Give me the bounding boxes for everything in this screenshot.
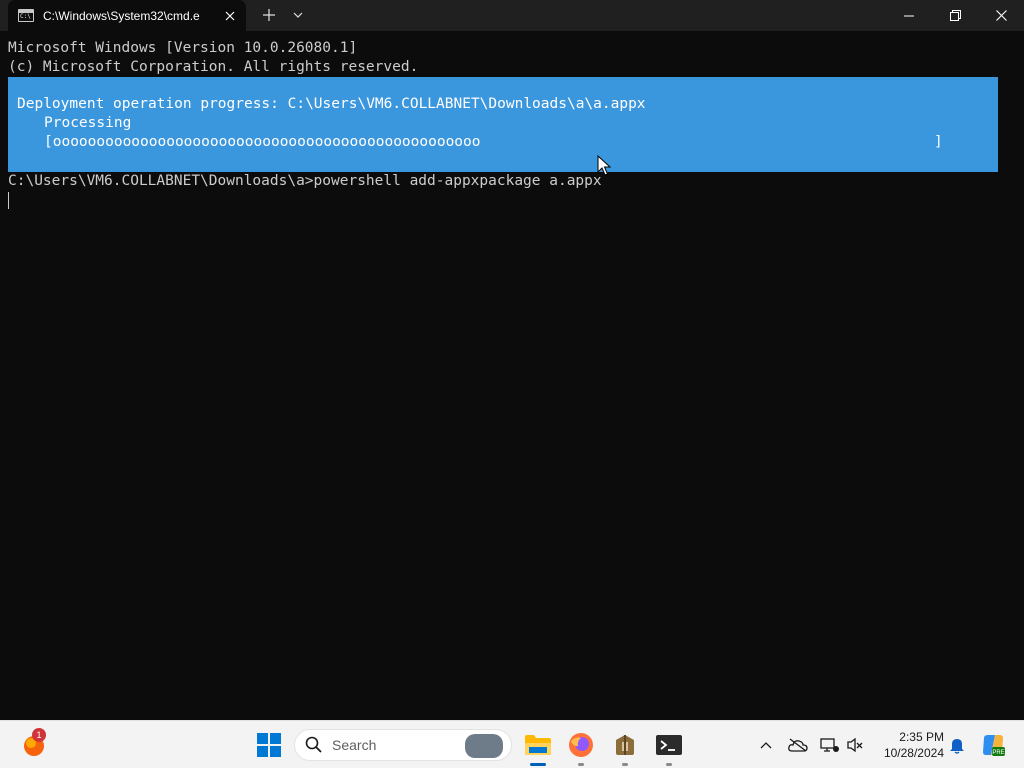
progress-bar-fill: [ooooooooooooooooooooooooooooooooooooooo… <box>44 134 481 150</box>
command-line: C:\Users\VM6.COLLABNET\Downloads\a>power… <box>8 173 602 189</box>
volume-button[interactable] <box>843 733 867 757</box>
firefox-button[interactable] <box>565 729 597 766</box>
taskbar: 1 Search 2:35 PM 10/28/2024 PRE <box>0 720 1024 768</box>
running-app-indicator <box>578 763 584 766</box>
taskbar-search[interactable]: Search <box>294 729 512 761</box>
terminal-icon <box>656 735 682 755</box>
copyright-line: (c) Microsoft Corporation. All rights re… <box>8 59 419 75</box>
deployment-progress-panel: Deployment operation progress: C:\Users\… <box>8 77 998 172</box>
tab-dropdown-button[interactable] <box>287 4 309 26</box>
firefox-icon <box>569 733 593 757</box>
version-line: Microsoft Windows [Version 10.0.26080.1] <box>8 40 358 56</box>
copilot-icon: PRE <box>983 735 1005 756</box>
running-app-indicator <box>622 763 628 766</box>
minimize-button[interactable] <box>886 0 932 31</box>
volume-muted-icon <box>847 737 863 753</box>
tab-close-icon[interactable] <box>220 6 240 26</box>
running-app-indicator <box>666 763 672 766</box>
text-cursor <box>8 192 9 209</box>
tab-cmd[interactable]: C:\Windows\System32\cmd.e <box>8 0 246 31</box>
progress-status: Processing <box>44 115 132 131</box>
minimize-icon <box>904 15 914 16</box>
progress-bar-end: ] <box>934 134 943 150</box>
close-button[interactable] <box>978 0 1024 31</box>
clock-time: 2:35 PM <box>899 730 944 744</box>
network-icon <box>820 738 839 752</box>
chevron-up-icon <box>760 742 772 749</box>
archive-app-button[interactable] <box>609 729 641 766</box>
notification-badge: 1 <box>32 728 46 742</box>
plus-icon <box>263 9 275 21</box>
title-bar: C:\Windows\System32\cmd.e <box>0 0 1024 31</box>
chevron-down-icon <box>293 12 303 18</box>
clock-date: 10/28/2024 <box>883 746 944 760</box>
search-label: Search <box>332 737 377 753</box>
show-hidden-icons-button[interactable] <box>754 733 778 757</box>
onedrive-button[interactable] <box>786 733 810 757</box>
progress-title: Deployment operation progress: C:\Users\… <box>17 96 646 112</box>
archive-icon <box>616 735 634 755</box>
clock[interactable]: 2:35 PM 10/28/2024 <box>874 729 944 761</box>
terminal-button[interactable] <box>653 729 685 766</box>
close-icon <box>995 10 1007 21</box>
notifications-button[interactable] <box>945 733 969 757</box>
svg-text:PRE: PRE <box>992 750 1004 756</box>
copilot-button[interactable]: PRE <box>979 731 1007 759</box>
file-explorer-button[interactable] <box>522 729 554 766</box>
folder-icon <box>525 735 551 755</box>
weather-widget[interactable]: 1 <box>20 728 48 759</box>
cloud-offline-icon <box>788 738 808 752</box>
restore-button[interactable] <box>932 0 978 31</box>
cmd-icon <box>18 9 34 22</box>
tab-title: C:\Windows\System32\cmd.e <box>43 8 200 23</box>
windows-logo-icon <box>257 733 281 757</box>
search-icon <box>305 736 322 753</box>
bell-icon <box>950 739 964 754</box>
network-button[interactable] <box>818 733 842 757</box>
active-app-indicator <box>530 763 546 766</box>
terminal-area[interactable]: Microsoft Windows [Version 10.0.26080.1]… <box>0 31 1024 720</box>
restore-icon <box>949 10 961 21</box>
start-button[interactable] <box>256 732 282 758</box>
mouse-pointer-icon <box>597 154 612 181</box>
new-tab-button[interactable] <box>256 4 282 26</box>
search-highlight-image <box>465 734 503 758</box>
